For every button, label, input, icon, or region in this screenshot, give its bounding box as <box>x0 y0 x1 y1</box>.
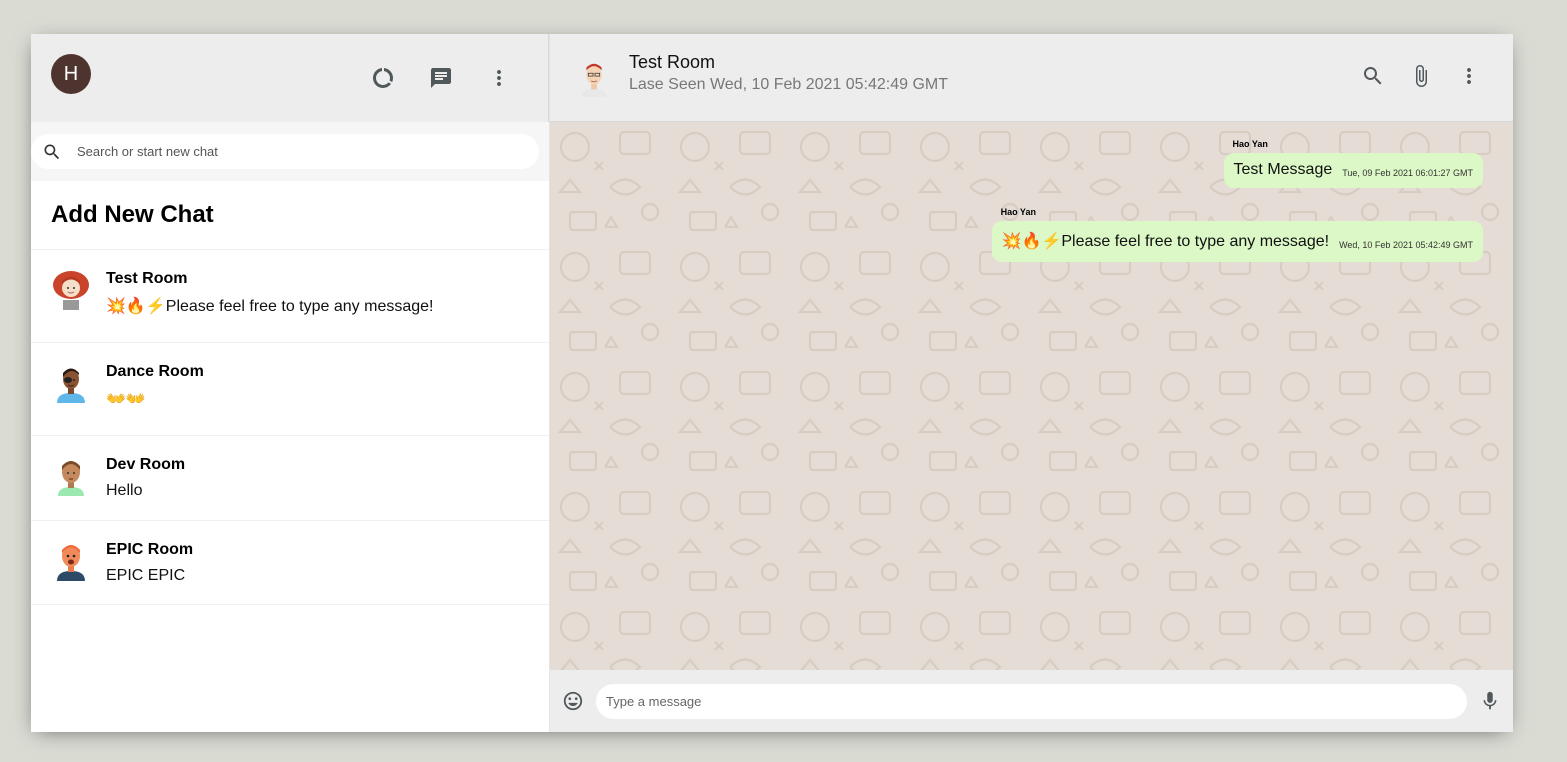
emoji-icon[interactable] <box>562 690 584 712</box>
chat-name: EPIC Room <box>106 541 194 558</box>
doodle-background <box>550 122 1513 670</box>
more-vert-icon <box>1467 68 1471 84</box>
app-window: H Add New Chat <box>31 34 1513 732</box>
epic-room-avatar <box>57 545 85 581</box>
search-bar <box>31 122 549 181</box>
message-bubble[interactable]: 💥🔥⚡️Please feel free to type any message… <box>991 221 1483 262</box>
sidebar: H Add New Chat <box>31 34 550 732</box>
chat-list: Add New Chat Test Room 💥🔥⚡️Please feel f… <box>31 181 549 732</box>
message-group: Hao Yan Test Message Tue, 09 Feb 2021 06… <box>1223 139 1483 188</box>
message-text: 💥🔥⚡️Please feel free to type any message… <box>1001 233 1330 250</box>
new-chat-button[interactable] <box>412 58 470 98</box>
chat-item-epic-room[interactable]: EPIC Room EPIC EPIC <box>31 521 549 605</box>
more-vert-icon <box>497 69 501 86</box>
message-group: Hao Yan 💥🔥⚡️Please feel free to type any… <box>991 207 1483 262</box>
sidebar-menu-button[interactable] <box>470 58 528 98</box>
chat-menu-button[interactable] <box>1445 56 1493 96</box>
message-text: Test Message <box>1233 161 1333 178</box>
search-container <box>31 134 539 169</box>
chat-last-message: EPIC EPIC <box>106 567 186 584</box>
chat-last-message: 👐👐 <box>106 391 146 408</box>
search-chat-button[interactable] <box>1349 56 1397 96</box>
chat-info: Dance Room 👐👐 <box>106 363 204 435</box>
chat-item-dance-room[interactable]: Dance Room 👐👐 <box>31 343 549 436</box>
chat-item-dev-room[interactable]: Dev Room Hello <box>31 436 549 521</box>
message-input[interactable] <box>596 683 1467 719</box>
chat-header-info: Test Room Lase Seen Wed, 10 Feb 2021 05:… <box>629 52 1349 94</box>
test-room-avatar <box>53 271 89 310</box>
chat-info: EPIC Room EPIC EPIC <box>106 541 193 604</box>
search-icon <box>1364 67 1382 85</box>
chat-last-message: Hello <box>106 482 143 499</box>
add-new-chat[interactable]: Add New Chat <box>31 181 549 250</box>
message-sender: Hao Yan <box>1000 207 1036 217</box>
room-avatar[interactable] <box>575 59 613 97</box>
chat-header: Test Room Lase Seen Wed, 10 Feb 2021 05:… <box>550 34 1513 122</box>
message-bubble[interactable]: Test Message Tue, 09 Feb 2021 06:01:27 G… <box>1223 153 1483 188</box>
chat-header-icons <box>1349 56 1493 96</box>
sidebar-header: H <box>31 34 549 122</box>
status-button[interactable] <box>354 58 412 98</box>
chat-name: Dance Room <box>106 363 204 380</box>
search-icon <box>44 144 60 159</box>
sidebar-header-icons <box>354 58 528 98</box>
message-time: Wed, 10 Feb 2021 05:42:49 GMT <box>1339 240 1473 250</box>
chat-name: Test Room <box>106 270 188 287</box>
chat-info: Test Room 💥🔥⚡️Please feel free to type a… <box>106 270 433 342</box>
message-time: Tue, 09 Feb 2021 06:01:27 GMT <box>1342 168 1473 178</box>
search-input[interactable] <box>77 144 525 159</box>
chat-panel: Test Room Lase Seen Wed, 10 Feb 2021 05:… <box>550 34 1513 732</box>
message-sender: Hao Yan <box>1232 139 1268 149</box>
chat-info: Dev Room Hello <box>106 456 185 520</box>
chat-name: Dev Room <box>106 456 186 473</box>
dev-room-avatar <box>58 461 84 496</box>
user-avatar[interactable]: H <box>51 54 91 94</box>
chat-body: Hao Yan Test Message Tue, 09 Feb 2021 06… <box>550 122 1513 670</box>
last-seen: Lase Seen Wed, 10 Feb 2021 05:42:49 GMT <box>629 75 949 93</box>
attach-button[interactable] <box>1397 56 1445 96</box>
status-icon <box>373 67 393 88</box>
dance-room-avatar <box>57 368 85 403</box>
attach-file-icon <box>1416 65 1427 87</box>
chat-icon <box>431 67 451 88</box>
chat-title: Test Room <box>629 51 716 72</box>
chat-footer <box>550 670 1513 732</box>
mic-icon[interactable] <box>1479 690 1501 712</box>
chat-item-test-room[interactable]: Test Room 💥🔥⚡️Please feel free to type a… <box>31 250 549 343</box>
add-new-chat-label: Add New Chat <box>51 201 214 228</box>
chat-last-message: 💥🔥⚡️Please feel free to type any message… <box>106 298 434 315</box>
